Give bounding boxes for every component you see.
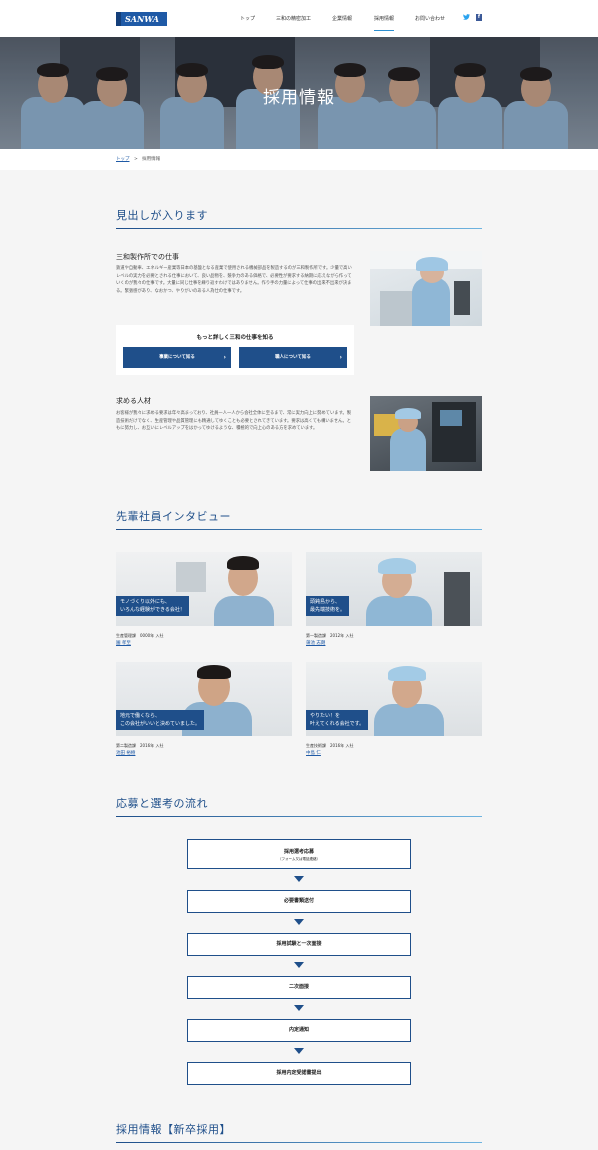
flow-step-acceptance: 採用内定受諾書提出: [187, 1062, 411, 1085]
section-divider: [116, 529, 482, 530]
people-text: お客様が我々に求める要求は年々高まっており、社員一人一人から会社全体に至るまで、…: [116, 411, 352, 432]
nav-company[interactable]: 企業情報: [332, 15, 352, 22]
arrow-down-icon: [294, 1005, 304, 1011]
caption-line: モノづくり以外にも、: [120, 599, 170, 605]
craftsmen-button[interactable]: 職人について知る ›: [239, 347, 347, 368]
nav-precision[interactable]: 三和の精密加工: [276, 15, 311, 22]
section-title-flow: 応募と選考の流れ: [116, 797, 208, 810]
nav-contact[interactable]: お問い合わせ: [415, 15, 445, 22]
hero-banner: 採用情報: [0, 37, 598, 149]
business-button-label: 事業について知る: [159, 355, 195, 360]
caption-line: いろんな経験ができる会社！: [120, 607, 185, 613]
machine-photo: [370, 396, 482, 471]
facebook-icon[interactable]: f: [476, 14, 482, 21]
section-divider: [116, 1142, 482, 1143]
twitter-icon[interactable]: [463, 14, 470, 22]
caption-line: 叶えてくれる会社です。: [310, 721, 365, 727]
interview-name[interactable]: 中島 仁: [306, 750, 321, 756]
breadcrumb-bar: トップ > 採用情報: [0, 149, 598, 170]
flow-step-documents: 必要書類送付: [187, 890, 411, 913]
interview-meta: 第一製造課 2012年 入社: [306, 633, 354, 638]
interview-name[interactable]: 蒲池 志朗: [306, 640, 325, 646]
arrow-down-icon: [294, 919, 304, 925]
flow-step-note: （フォーム又は電話連絡）: [278, 857, 320, 861]
chevron-right-icon: ›: [223, 354, 226, 361]
caption-line: やりたい！を: [310, 713, 341, 719]
arrow-down-icon: [294, 876, 304, 882]
nav-top[interactable]: トップ: [240, 15, 255, 22]
more-info-title: もっと詳しく三和の仕事を知る: [196, 335, 274, 341]
interview-caption: 地元で働くなら、 この会社がいいと決めていました。: [116, 710, 205, 730]
interview-meta: 生産技術課 2016年 入社: [306, 743, 354, 748]
section-divider: [116, 816, 482, 817]
arrow-down-icon: [294, 962, 304, 968]
flow-step-label: 採用選考応募: [283, 849, 314, 855]
business-button[interactable]: 事業について知る ›: [123, 347, 231, 368]
breadcrumb-current: 採用情報: [142, 157, 161, 162]
caption-line: 最先端技術を。: [310, 607, 346, 613]
flow-step-offer: 内定通知: [187, 1019, 411, 1042]
interview-meta: 第二製造課 2016年 入社: [116, 743, 164, 748]
section-title-new-grad: 採用情報【新卒採用】: [116, 1123, 231, 1136]
breadcrumb-home[interactable]: トップ: [116, 157, 130, 162]
breadcrumb: トップ > 採用情報: [116, 156, 160, 162]
arrow-down-icon: [294, 1048, 304, 1054]
site-header: SANWA トップ 三和の精密加工 企業情報 採用情報 お問い合わせ f: [0, 0, 598, 37]
hero-title: 採用情報: [263, 88, 335, 108]
craftsmen-button-label: 職人について知る: [275, 355, 311, 360]
sanwa-logo[interactable]: SANWA: [116, 12, 167, 26]
work-title: 三和製作所での仕事: [116, 253, 179, 261]
nav-recruit[interactable]: 採用情報: [374, 15, 395, 31]
more-info-box: もっと詳しく三和の仕事を知る 事業について知る › 職人について知る ›: [116, 325, 354, 375]
section-title-intro: 見出しが入ります: [116, 209, 208, 222]
interview-caption: モノづくり以外にも、 いろんな経験ができる会社！: [116, 596, 189, 616]
interview-caption: やりたい！を 叶えてくれる会社です。: [306, 710, 369, 730]
section-divider: [116, 228, 482, 229]
caption-line: 頭鈍島から、: [310, 599, 341, 605]
section-title-interview: 先輩社員インタビュー: [116, 510, 231, 523]
interview-meta: 生産管理課 0000年 入社: [116, 633, 164, 638]
caption-line: 地元で働くなら、: [120, 713, 161, 719]
work-photo: [370, 251, 482, 326]
chevron-right-icon: ›: [339, 354, 342, 361]
people-title: 求める人材: [116, 397, 151, 405]
flow-step-exam: 採用試験と一次面接: [187, 933, 411, 956]
work-text: 鉄道や自動車、エネルギー産業等日本の基盤となる産業で使用される機械部品を製造する…: [116, 266, 352, 294]
flow-step-second-interview: 二次面接: [187, 976, 411, 999]
caption-line: この会社がいいと決めていました。: [120, 721, 201, 727]
interview-name[interactable]: 園 孝至: [116, 640, 131, 646]
breadcrumb-separator: >: [133, 157, 138, 162]
interview-caption: 頭鈍島から、 最先端技術を。: [306, 596, 350, 616]
interview-name[interactable]: 池田 裕樹: [116, 750, 135, 756]
flow-step-apply: 採用選考応募 （フォーム又は電話連絡）: [187, 839, 411, 869]
